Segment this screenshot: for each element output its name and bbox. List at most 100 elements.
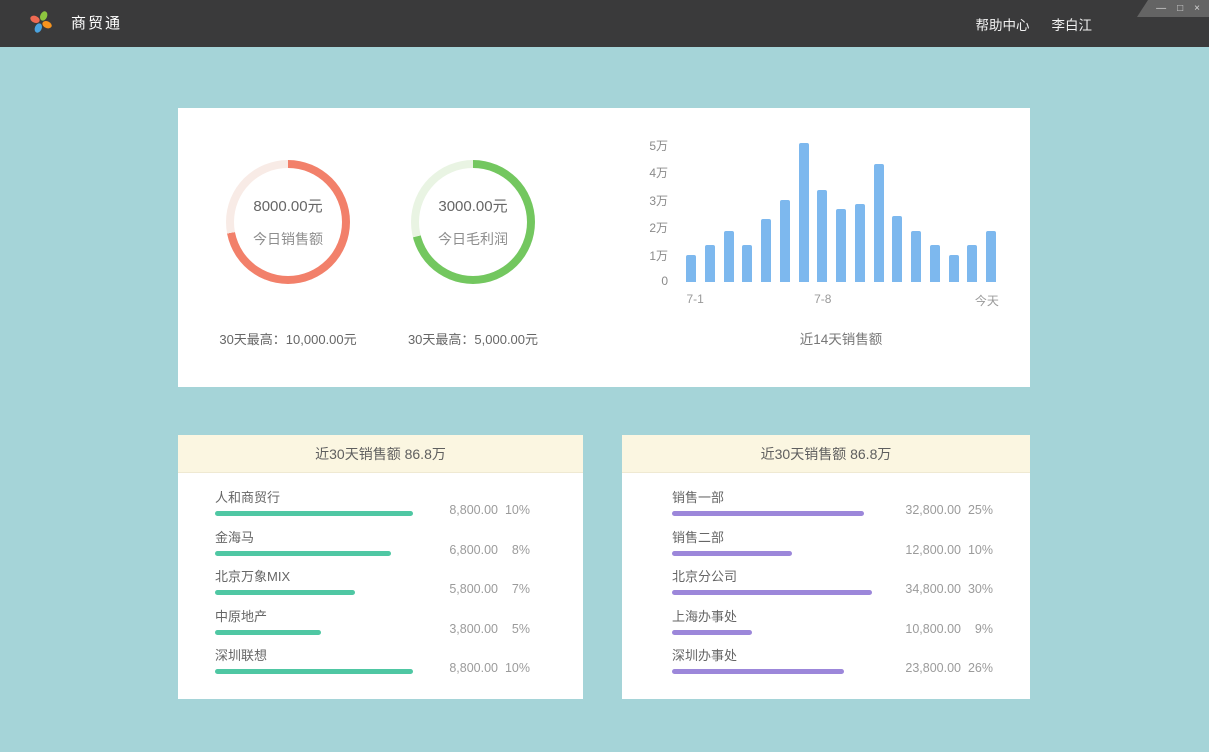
item-amount: 10,800.00: [871, 622, 961, 636]
list-item: 销售二部12,800.0010%: [672, 525, 993, 565]
item-percent: 8%: [498, 543, 530, 557]
list-item: 人和商贸行 8,800.0010%: [215, 485, 530, 525]
item-name: 人和商贸行: [215, 487, 280, 506]
sales-bar: [892, 216, 902, 282]
profit-30day-max: 30天最高：5,000.00元: [363, 329, 583, 348]
sales-bar: [780, 200, 790, 283]
bar-chart-x-axis: 7-17-8今天: [686, 292, 996, 308]
bar-chart-title: 近14天销售额: [686, 328, 996, 348]
item-progress-bar: [672, 551, 792, 556]
item-progress-bar: [672, 590, 872, 595]
item-percent: 25%: [961, 503, 993, 517]
item-values: 8,800.0010%: [408, 503, 530, 517]
sales-bar: [930, 245, 940, 282]
sales-bar: [949, 255, 959, 283]
item-name: 销售一部: [672, 487, 724, 506]
sales-bar: [705, 245, 715, 282]
sales-bar: [724, 231, 734, 282]
item-percent: 10%: [498, 661, 530, 675]
item-percent: 10%: [961, 543, 993, 557]
item-values: 3,800.005%: [408, 622, 530, 636]
x-tick-label: 今天: [957, 292, 1017, 309]
y-tick-label: 1万: [618, 247, 668, 263]
sales-bar: [967, 245, 977, 282]
item-amount: 3,800.00: [408, 622, 498, 636]
list-item: 北京分公司 34,800.0030%: [672, 564, 993, 604]
item-name: 北京万象MIX: [215, 566, 290, 585]
sales-bar: [742, 245, 752, 282]
y-tick-label: 4万: [618, 164, 668, 180]
sales-bar: [855, 204, 865, 282]
x-tick-label: 7-1: [665, 292, 725, 306]
profit-ring-chart: 3000.00元 今日毛利润: [411, 160, 535, 284]
item-amount: 32,800.00: [871, 503, 961, 517]
item-progress-bar: [215, 669, 413, 674]
today-profit-value: 3000.00元: [438, 195, 507, 216]
sales-bar: [986, 231, 996, 282]
item-progress-bar: [215, 551, 391, 556]
window-controls: — □ ×: [1137, 0, 1209, 17]
item-values: 12,800.0010%: [871, 543, 993, 557]
sales-bar: [874, 164, 884, 282]
titlebar: 商贸通 帮助中心 李白江 — □ ×: [0, 0, 1209, 47]
app-title: 商贸通: [71, 12, 122, 33]
item-amount: 6,800.00: [408, 543, 498, 557]
list-item: 深圳联想 8,800.0010%: [215, 643, 530, 683]
y-tick-label: 0: [618, 274, 668, 290]
customer-rows: 人和商贸行8,800.0010%金海马6,800.008%北京万象MIX5,80…: [215, 485, 530, 683]
maximize-button[interactable]: □: [1177, 4, 1183, 14]
dashboard: 8000.00元 今日销售额 30天最高：10,000.00元 3000.00元…: [0, 47, 1209, 752]
item-percent: 30%: [961, 582, 993, 596]
item-amount: 23,800.00: [871, 661, 961, 675]
item-values: 34,800.0030%: [871, 582, 993, 596]
today-sales-label: 今日销售额: [253, 229, 323, 249]
item-name: 中原地产: [215, 606, 267, 625]
bar-chart-y-axis: 5万4万3万2万1万0: [618, 108, 668, 308]
sales-bar: [817, 190, 827, 282]
item-progress-bar: [215, 511, 413, 516]
customer-card-title: 近30天销售额 86.8万: [178, 435, 583, 473]
sales-bar: [761, 219, 771, 282]
item-name: 金海马: [215, 527, 254, 546]
item-name: 深圳联想: [215, 645, 267, 664]
item-amount: 8,800.00: [408, 503, 498, 517]
list-item: 金海马 6,800.008%: [215, 525, 530, 565]
item-amount: 5,800.00: [408, 582, 498, 596]
list-item: 上海办事处10,800.009%: [672, 604, 993, 644]
item-name: 深圳办事处: [672, 645, 737, 664]
user-menu[interactable]: 李白江: [1052, 14, 1093, 34]
y-tick-label: 3万: [618, 192, 668, 208]
item-values: 6,800.008%: [408, 543, 530, 557]
item-progress-bar: [672, 669, 844, 674]
department-rows: 销售一部 32,800.0025% 销售二部12,800.0010%北京分公司 34,…: [672, 485, 993, 683]
close-button[interactable]: ×: [1194, 4, 1200, 14]
top-navigation: 帮助中心 李白江: [976, 0, 1093, 47]
item-amount: 12,800.00: [871, 543, 961, 557]
y-tick-label: 2万: [618, 219, 668, 235]
list-item: 北京万象MIX5,800.007%: [215, 564, 530, 604]
x-tick-label: 7-8: [793, 292, 853, 306]
item-values: 32,800.0025%: [871, 503, 993, 517]
item-percent: 10%: [498, 503, 530, 517]
item-percent: 9%: [961, 622, 993, 636]
sales-ring-chart: 8000.00元 今日销售额: [226, 160, 350, 284]
item-percent: 5%: [498, 622, 530, 636]
item-name: 北京分公司: [672, 566, 737, 585]
minimize-button[interactable]: —: [1156, 4, 1166, 14]
item-progress-bar: [215, 630, 321, 635]
bar-chart-bars: [686, 142, 996, 282]
today-sales-value: 8000.00元: [253, 195, 322, 216]
item-progress-bar: [672, 511, 864, 516]
brand: 商贸通: [28, 9, 122, 35]
item-percent: 26%: [961, 661, 993, 675]
summary-card: 8000.00元 今日销售额 30天最高：10,000.00元 3000.00元…: [178, 108, 1030, 387]
item-progress-bar: [215, 590, 355, 595]
item-amount: 8,800.00: [408, 661, 498, 675]
item-values: 8,800.0010%: [408, 661, 530, 675]
today-profit-gauge: 3000.00元 今日毛利润 30天最高：5,000.00元: [363, 160, 583, 348]
sales-bar: [911, 231, 921, 282]
help-center-link[interactable]: 帮助中心: [976, 14, 1030, 34]
sales-bar: [836, 209, 846, 282]
list-item: 深圳办事处 23,800.0026%: [672, 643, 993, 683]
item-progress-bar: [672, 630, 752, 635]
